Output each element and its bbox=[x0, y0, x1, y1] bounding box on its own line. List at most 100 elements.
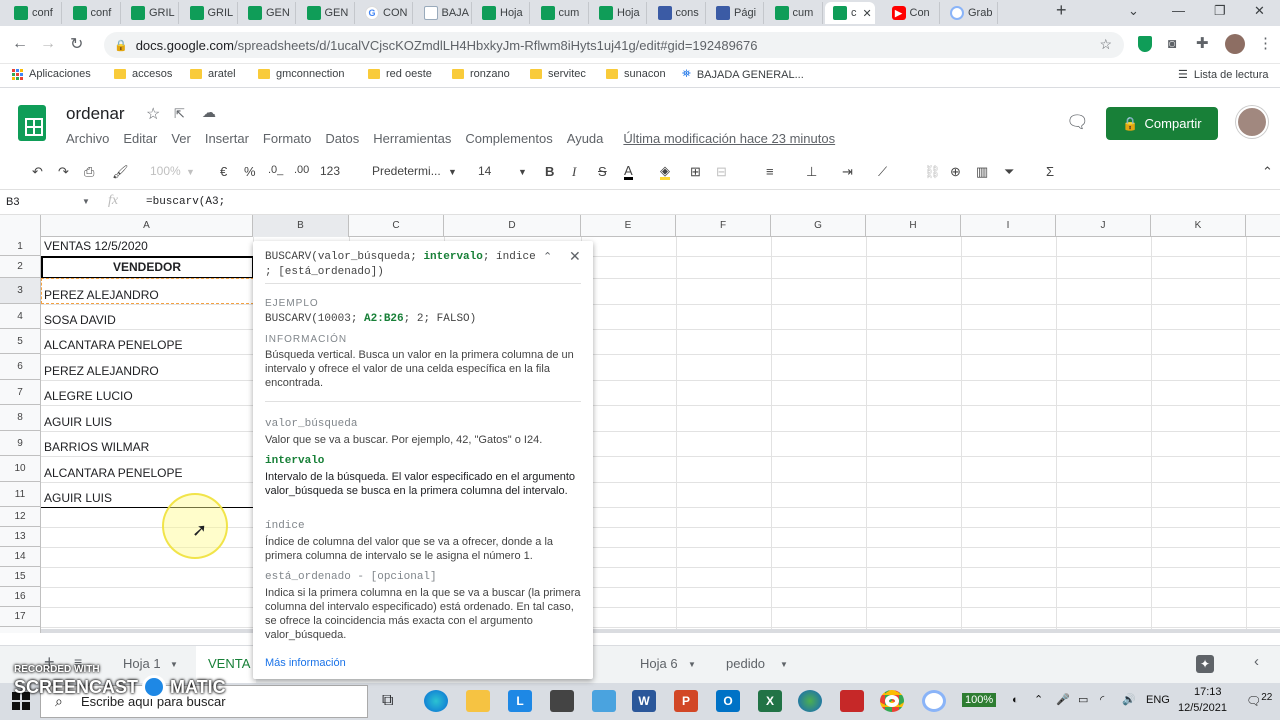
row-header[interactable]: 4 bbox=[0, 304, 40, 329]
volume-icon[interactable]: 🔊 bbox=[1122, 693, 1136, 706]
bookmark-aratel[interactable]: aratel bbox=[190, 68, 236, 80]
cell-a7[interactable]: ALEGRE LUCIO bbox=[44, 389, 133, 403]
bookmark-servitec[interactable]: servitec bbox=[530, 68, 586, 80]
menu-complementos[interactable]: Complementos bbox=[465, 131, 552, 146]
extension-camera-icon[interactable]: ◙ bbox=[1168, 35, 1176, 51]
browser-tab[interactable]: GEN bbox=[299, 2, 355, 24]
file-explorer-icon[interactable] bbox=[466, 690, 490, 712]
bookmark-bajada-general[interactable]: ⛯ BAJADA GENERAL... bbox=[682, 68, 804, 81]
extensions-puzzle-icon[interactable]: ✚ bbox=[1196, 34, 1209, 52]
browser-tab[interactable]: Hoja bbox=[591, 2, 647, 24]
bookmark-sunacon[interactable]: sunacon bbox=[606, 68, 666, 80]
row-header[interactable]: 13 bbox=[0, 527, 40, 547]
row-header[interactable]: 17 bbox=[0, 607, 40, 627]
tab-search-icon[interactable]: ⌄ bbox=[1128, 3, 1139, 19]
bold-icon[interactable]: B bbox=[545, 164, 554, 179]
borders-icon[interactable]: ⊞ bbox=[690, 164, 701, 180]
cell-grid[interactable]: VENTAS 12/5/2020 VENDEDOR PEREZ ALEJANDR… bbox=[41, 237, 1280, 633]
clock-date[interactable]: 12/5/2021 bbox=[1178, 702, 1227, 714]
browser-tab[interactable]: GRIL bbox=[182, 2, 238, 24]
insert-link-icon[interactable]: ⛓ bbox=[924, 164, 941, 180]
cell-a1[interactable]: VENTAS 12/5/2020 bbox=[44, 239, 148, 253]
collapse-help-icon[interactable]: ⌃ bbox=[543, 250, 552, 263]
font-size-select[interactable]: 14 bbox=[478, 164, 491, 178]
browser-tab[interactable]: conf bbox=[6, 2, 62, 24]
column-header-b[interactable]: B bbox=[253, 215, 349, 237]
font-select[interactable]: Predetermi... bbox=[372, 164, 441, 178]
row-header[interactable]: 10 bbox=[0, 456, 40, 482]
formula-input[interactable]: =buscarv(A3; bbox=[146, 196, 225, 208]
font-size-dropdown-icon[interactable]: ▼ bbox=[518, 167, 527, 177]
forward-icon[interactable]: → bbox=[40, 35, 56, 53]
language-indicator[interactable]: ENG bbox=[1146, 694, 1170, 706]
tray-expand-icon[interactable]: ⌃ bbox=[1034, 693, 1043, 706]
collapse-toolbar-icon[interactable]: ⌃ bbox=[1262, 164, 1273, 180]
menu-ayuda[interactable]: Ayuda bbox=[567, 131, 604, 146]
sheet-tab-hoja6[interactable]: Hoja 6 bbox=[640, 656, 678, 671]
font-dropdown-icon[interactable]: ▼ bbox=[448, 167, 457, 177]
row-header[interactable]: 5 bbox=[0, 329, 40, 354]
app-photo-icon[interactable] bbox=[592, 690, 616, 712]
column-header-f[interactable]: F bbox=[676, 215, 771, 237]
column-header-d[interactable]: D bbox=[444, 215, 581, 237]
screencast-app-icon[interactable] bbox=[922, 690, 946, 712]
side-panel-toggle-icon[interactable]: ‹ bbox=[1254, 653, 1259, 670]
menu-ver[interactable]: Ver bbox=[171, 131, 191, 146]
cell-a4[interactable]: SOSA DAVID bbox=[44, 313, 116, 327]
ie-icon[interactable] bbox=[798, 690, 822, 712]
column-header-k[interactable]: K bbox=[1151, 215, 1246, 237]
last-edit-link[interactable]: Última modificación hace 23 minutos bbox=[623, 131, 835, 146]
column-header-h[interactable]: H bbox=[866, 215, 961, 237]
browser-tab[interactable]: GEN bbox=[240, 2, 296, 24]
browser-tab[interactable]: BAJA bbox=[416, 2, 472, 24]
zoom-dropdown-icon[interactable]: ▼ bbox=[186, 167, 195, 177]
row-header[interactable]: 16 bbox=[0, 587, 40, 607]
zoom-select[interactable]: 100% bbox=[150, 164, 181, 178]
chrome-icon[interactable] bbox=[880, 690, 904, 712]
decrease-decimals-button[interactable]: .0_ bbox=[268, 164, 283, 176]
browser-tab[interactable]: conf bbox=[65, 2, 121, 24]
insert-comment-icon[interactable]: ⊕ bbox=[950, 164, 961, 180]
sheets-logo-icon[interactable] bbox=[18, 105, 46, 141]
browser-tab[interactable]: Hoja bbox=[474, 2, 530, 24]
row-header[interactable]: 12 bbox=[0, 507, 40, 527]
row-header[interactable]: 9 bbox=[0, 431, 40, 456]
menu-insertar[interactable]: Insertar bbox=[205, 131, 249, 146]
text-wrap-icon[interactable]: ⇥ bbox=[842, 164, 853, 180]
bookmark-ronzano[interactable]: ronzano bbox=[452, 68, 510, 80]
app-l-icon[interactable]: L bbox=[508, 690, 532, 712]
row-header[interactable]: 1 bbox=[0, 237, 40, 256]
menu-formato[interactable]: Formato bbox=[263, 131, 311, 146]
horizontal-align-icon[interactable]: ≡ bbox=[766, 164, 774, 179]
column-header-c[interactable]: C bbox=[349, 215, 444, 237]
microphone-icon[interactable]: 🎤 bbox=[1056, 693, 1070, 706]
profile-avatar[interactable] bbox=[1225, 34, 1245, 54]
cell-a3[interactable]: PEREZ ALEJANDRO bbox=[44, 288, 159, 302]
undo-icon[interactable]: ↶ bbox=[32, 164, 43, 180]
close-help-icon[interactable]: ✕ bbox=[569, 248, 581, 265]
menu-herramientas[interactable]: Herramientas bbox=[373, 131, 451, 146]
reading-list[interactable]: ☰ Lista de lectura bbox=[1178, 68, 1268, 82]
row-header[interactable]: 7 bbox=[0, 380, 40, 405]
notifications-icon[interactable]: 🗨22 bbox=[1246, 692, 1272, 708]
row-header[interactable]: 8 bbox=[0, 405, 40, 431]
menu-datos[interactable]: Datos bbox=[325, 131, 359, 146]
word-icon[interactable]: W bbox=[632, 690, 656, 712]
more-info-link[interactable]: Más información bbox=[265, 656, 581, 670]
browser-tab[interactable]: cum bbox=[533, 2, 589, 24]
store-icon[interactable] bbox=[550, 690, 574, 712]
insert-chart-icon[interactable]: ▥ bbox=[976, 164, 988, 180]
new-tab-button[interactable]: + bbox=[1056, 0, 1067, 21]
extension-shield-icon[interactable] bbox=[1138, 36, 1152, 52]
increase-decimals-button[interactable]: .00 bbox=[294, 164, 309, 176]
row-header[interactable]: 3 bbox=[0, 278, 40, 304]
name-box-dropdown-icon[interactable]: ▼ bbox=[82, 197, 90, 206]
star-icon[interactable]: ☆ bbox=[146, 104, 160, 124]
battery-icon[interactable]: ▭ bbox=[1078, 693, 1088, 706]
functions-icon[interactable]: Σ bbox=[1046, 164, 1054, 179]
text-color-icon[interactable]: A bbox=[624, 164, 633, 180]
browser-tab[interactable]: cum bbox=[767, 2, 823, 24]
cell-a9[interactable]: BARRIOS WILMAR bbox=[44, 440, 149, 454]
row-header[interactable]: 15 bbox=[0, 567, 40, 587]
browser-tab[interactable]: G CON bbox=[357, 2, 413, 24]
